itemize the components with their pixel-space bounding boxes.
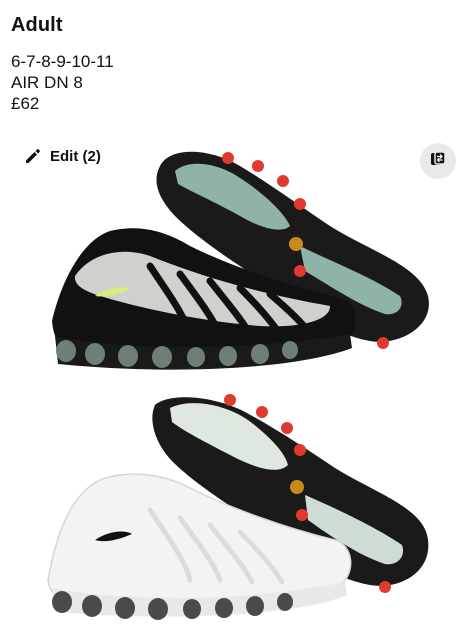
product-title: Adult (11, 14, 63, 36)
product-model: AIR DN 8 (11, 73, 83, 92)
product-price: £62 (11, 94, 40, 113)
pencil-icon (24, 147, 42, 165)
edit-images-label: Edit (2) (50, 147, 101, 165)
swap-images-button[interactable] (420, 143, 456, 179)
product-details: 6-7-8-9-10-11 AIR DN 8 £62 (11, 51, 114, 114)
product-photo-area[interactable] (0, 128, 471, 640)
product-photo-black[interactable] (0, 136, 471, 386)
product-photo-white[interactable] (0, 390, 471, 640)
edit-images-button[interactable]: Edit (2) (24, 147, 101, 165)
swap-images-icon (428, 149, 448, 174)
product-sizes: 6-7-8-9-10-11 (11, 52, 114, 71)
